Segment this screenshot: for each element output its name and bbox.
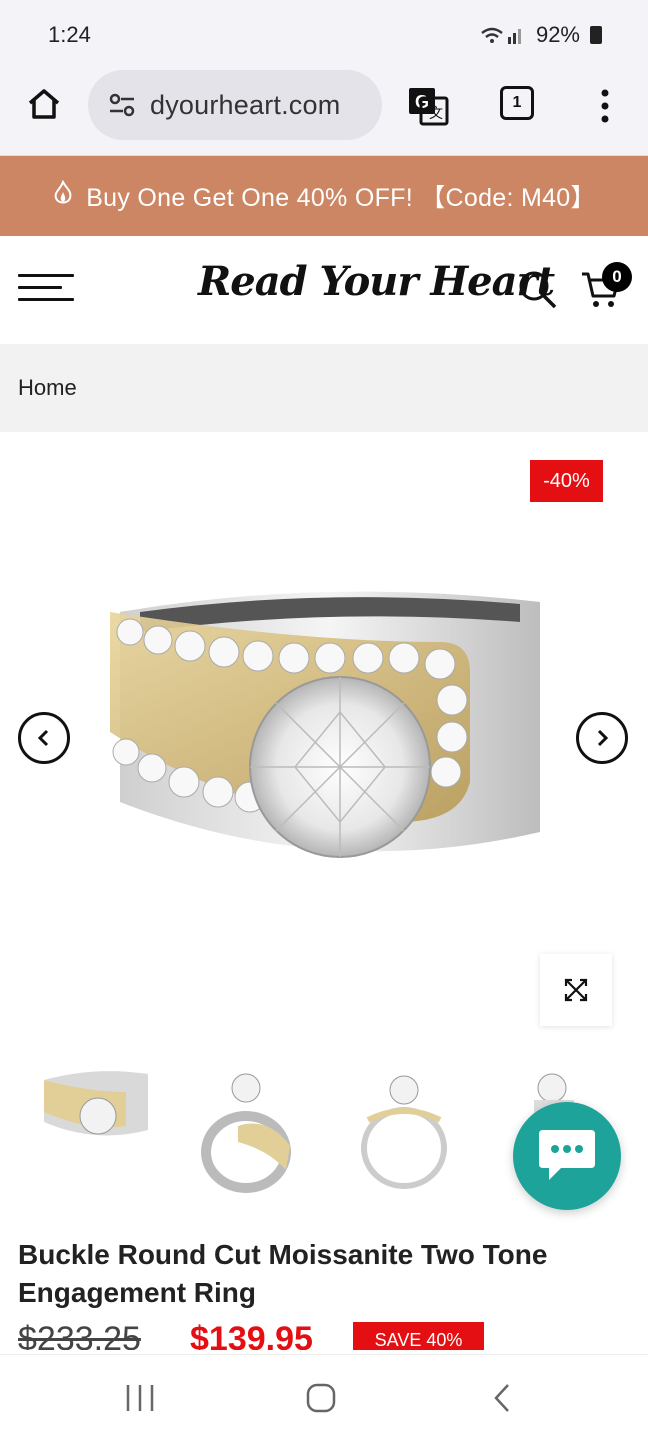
thumbnail-3[interactable] xyxy=(354,1066,454,1196)
url-text: dyourheart.com xyxy=(150,89,341,120)
chat-icon xyxy=(539,1130,595,1180)
product-title: Buckle Round Cut Moissanite Two Tone Eng… xyxy=(18,1239,548,1308)
search-icon[interactable] xyxy=(518,270,558,315)
breadcrumb: Home xyxy=(0,344,648,432)
browser-toolbar: dyourheart.com G文 1 xyxy=(0,70,648,156)
expand-icon xyxy=(564,978,588,1002)
prev-image-button[interactable] xyxy=(18,712,70,764)
translate-icon[interactable]: G文 xyxy=(406,84,450,128)
original-price: $233.25 xyxy=(18,1320,141,1350)
wifi-icon xyxy=(481,27,521,44)
home-nav-icon[interactable] xyxy=(306,1383,336,1418)
product-image xyxy=(110,591,540,858)
flame-icon xyxy=(52,179,74,212)
chat-button[interactable] xyxy=(513,1102,621,1210)
home-icon[interactable] xyxy=(24,84,64,124)
cart-count-badge: 0 xyxy=(602,262,632,292)
save-badge: SAVE 40% xyxy=(353,1322,484,1350)
tab-count: 1 xyxy=(500,86,534,120)
more-icon[interactable] xyxy=(590,84,620,128)
tabs-button[interactable]: 1 xyxy=(500,86,534,120)
recent-apps-icon[interactable] xyxy=(124,1383,156,1418)
sale-price: $139.95 xyxy=(190,1320,313,1350)
expand-button[interactable] xyxy=(540,954,612,1026)
chevron-left-icon xyxy=(37,729,49,747)
site-logo[interactable]: Read Your Heart xyxy=(198,258,555,305)
promo-banner[interactable]: Buy One Get One 40% OFF! 【Code: M40】 xyxy=(0,156,648,236)
battery-icon xyxy=(590,26,602,44)
status-time: 1:24 xyxy=(48,22,91,47)
status-icons: 92% xyxy=(480,22,602,48)
battery-text: 92% xyxy=(535,22,580,47)
price-row: $233.25 $139.95 SAVE 40% xyxy=(0,1320,648,1350)
site-settings-icon[interactable] xyxy=(108,93,136,117)
menu-icon[interactable] xyxy=(18,274,74,304)
product-gallery: -40% xyxy=(0,432,648,1044)
promo-text: Buy One Get One 40% OFF! 【Code: M40】 xyxy=(86,184,596,212)
system-nav-bar xyxy=(0,1354,648,1440)
thumbnail-1[interactable] xyxy=(40,1066,150,1146)
svg-text:文: 文 xyxy=(429,106,443,122)
site-header: Read Your Heart xyxy=(0,236,648,344)
breadcrumb-home[interactable]: Home xyxy=(18,375,77,401)
status-bar: 1:24 92% xyxy=(0,0,648,70)
discount-badge: -40% xyxy=(530,460,603,502)
back-icon[interactable] xyxy=(490,1383,514,1418)
address-bar[interactable]: dyourheart.com xyxy=(88,70,382,140)
chevron-right-icon xyxy=(597,729,609,747)
thumbnail-2[interactable] xyxy=(198,1066,302,1196)
next-image-button[interactable] xyxy=(576,712,628,764)
